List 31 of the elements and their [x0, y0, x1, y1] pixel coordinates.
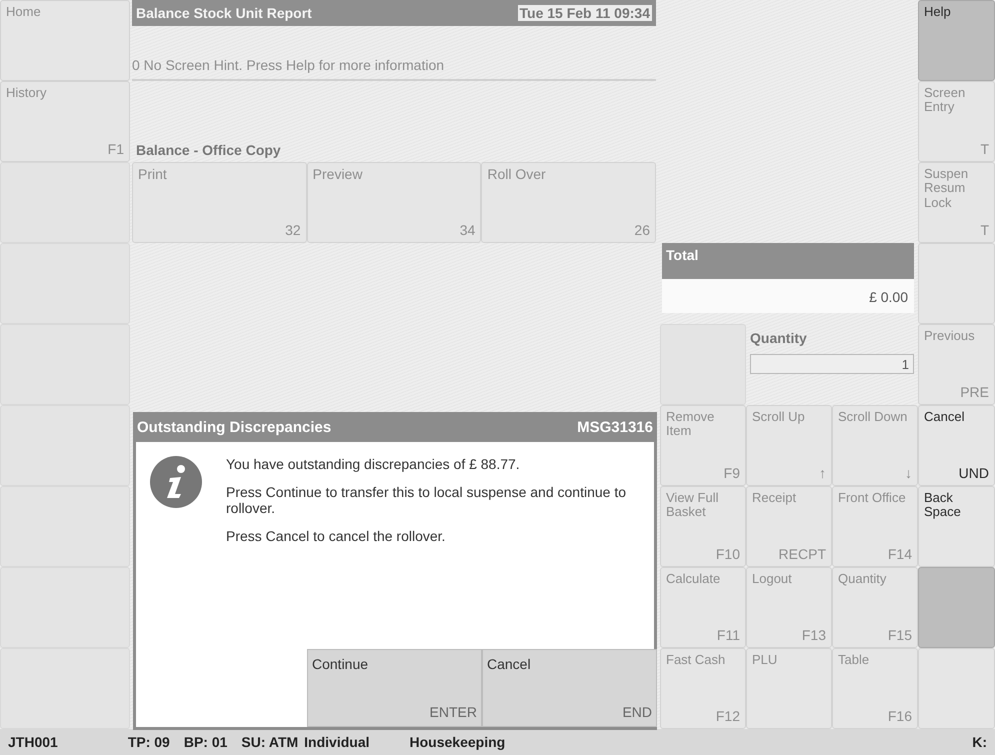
message-text: Press Continue to transfer this to local suspense and continue to rollover.: [226, 484, 626, 516]
key-button[interactable]: [0, 162, 130, 243]
status-text: TP: 09: [128, 734, 170, 750]
status-text: JTH001: [8, 734, 58, 750]
info-icon: [150, 456, 202, 508]
status-text: SU: ATM: [241, 734, 298, 750]
section-label: Balance - Office Copy: [135, 142, 282, 160]
screen-hint: 0 No Screen Hint. Press Help for more information: [132, 57, 446, 73]
message-text: Press Cancel to cancel the rollover.: [226, 528, 446, 544]
dialog-title: Outstanding Discrepancies: [137, 418, 332, 436]
total-label: Total: [662, 243, 914, 279]
status-text: BP: 01: [184, 734, 228, 750]
key-button[interactable]: Cancel UND: [918, 405, 995, 486]
quantity-field[interactable]: 1: [750, 354, 914, 374]
screen-title: Balance Stock Unit Report: [136, 5, 312, 21]
total-value: £ 0.00: [662, 279, 914, 313]
quantity-label: Quantity: [750, 330, 808, 346]
status-text: Individual: [304, 734, 370, 750]
status-text: K:: [972, 734, 987, 750]
key-button[interactable]: Back Space: [918, 486, 995, 567]
key-button[interactable]: [660, 324, 746, 405]
key-button[interactable]: [918, 567, 995, 648]
date-time: Tue 15 Feb 11 09:34: [518, 5, 652, 21]
key-button[interactable]: Help: [918, 0, 995, 81]
dialog-button[interactable]: Cancel END: [482, 649, 657, 727]
key-button[interactable]: [918, 648, 995, 729]
key-button[interactable]: [918, 243, 995, 324]
dialog-button[interactable]: Continue ENTER: [307, 649, 482, 727]
message-code: MSG31316: [577, 418, 653, 436]
message-text: You have outstanding discrepancies of £ 88.77.: [226, 456, 521, 472]
status-text: Housekeeping: [410, 734, 506, 750]
